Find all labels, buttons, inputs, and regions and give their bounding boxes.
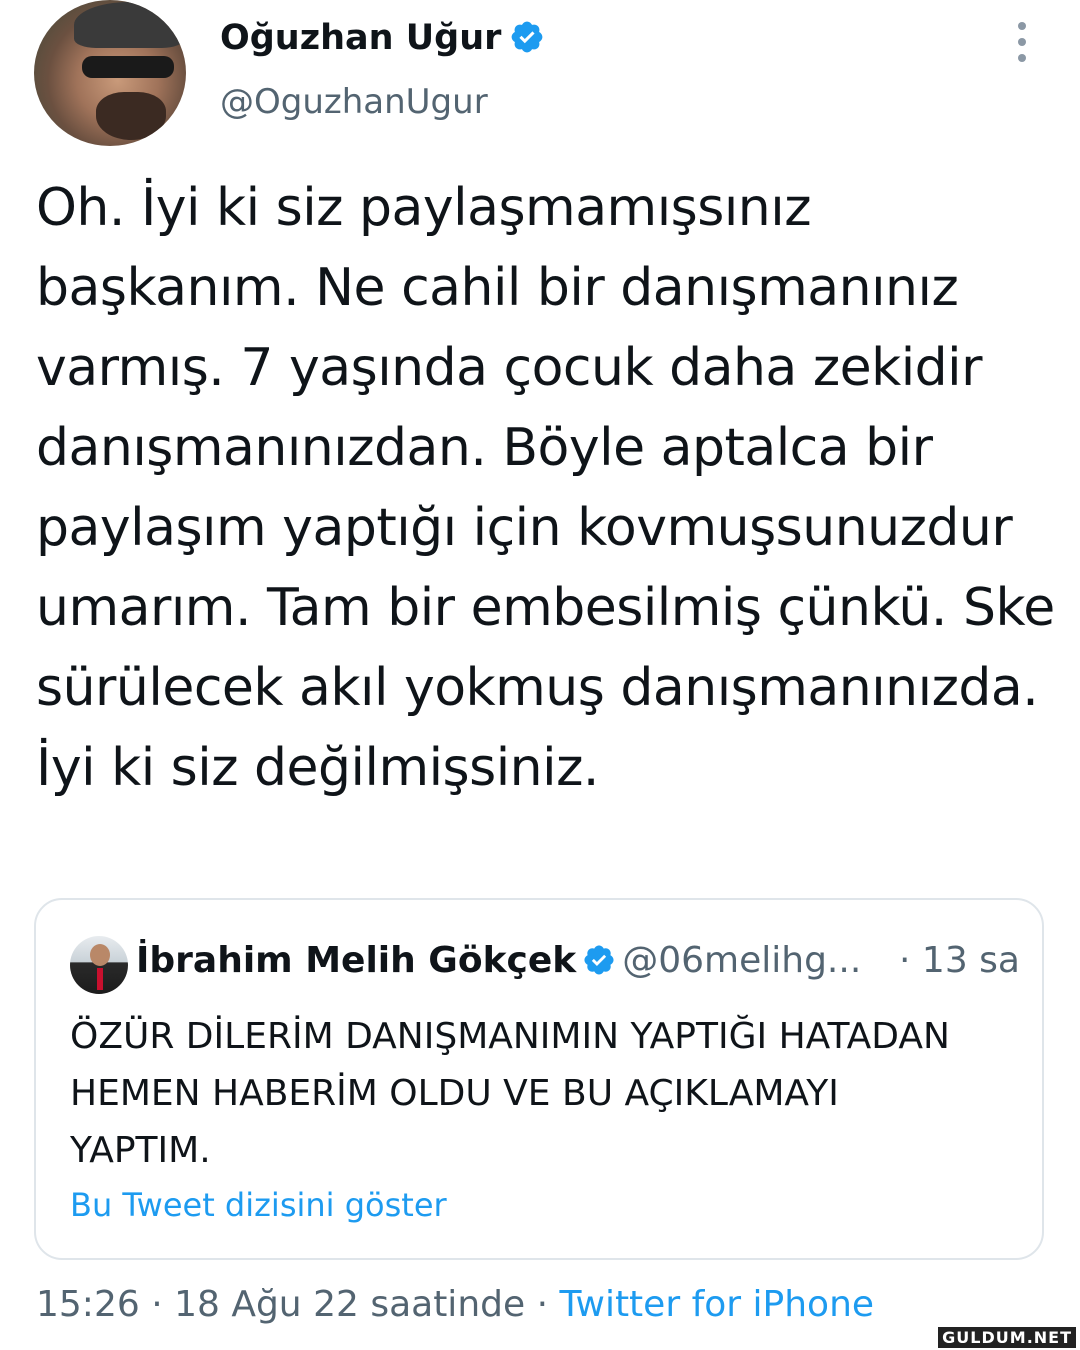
avatar-cap <box>74 2 184 48</box>
quoted-header: İbrahim Melih Gökçek @06melihg... · 13 sa <box>136 940 1022 981</box>
quoted-tweet-card[interactable]: İbrahim Melih Gökçek @06melihg... · 13 sa… <box>34 898 1044 1260</box>
author-avatar[interactable] <box>34 0 186 146</box>
verified-badge-icon <box>512 21 543 53</box>
more-dot <box>1018 22 1026 30</box>
tweet-meta: 15:26 · 18 Ağu 22 saatinde · Twitter for… <box>36 1284 874 1325</box>
quoted-tweet-text: ÖZÜR DİLERİM DANIŞMANIMIN YAPTIĞI HATADA… <box>70 1016 950 1171</box>
avatar-face <box>90 944 110 966</box>
show-thread-link[interactable]: Bu Tweet dizisini göster <box>70 1186 447 1224</box>
tweet-text: Oh. İyi ki siz paylaşmamışsınız başkanım… <box>36 178 1055 798</box>
site-watermark: GULDUM.NET <box>938 1327 1076 1348</box>
more-dot <box>1018 38 1026 46</box>
quoted-author-handle[interactable]: @06melihg... <box>622 940 861 981</box>
tweet-timestamp[interactable]: 15:26 · 18 Ağu 22 saatinde · <box>36 1284 548 1325</box>
author-handle[interactable]: @OguzhanUgur <box>220 82 488 122</box>
avatar-sunglasses <box>82 56 174 78</box>
more-dot <box>1018 54 1026 62</box>
avatar-tie <box>97 968 103 990</box>
quoted-author-name[interactable]: İbrahim Melih Gökçek <box>136 940 576 981</box>
verified-badge-icon <box>584 945 614 975</box>
more-options-icon[interactable] <box>1012 22 1032 62</box>
quoted-timestamp[interactable]: · 13 sa <box>899 940 1020 981</box>
author-name[interactable]: Oğuzhan Uğur <box>220 18 501 58</box>
avatar-beard <box>96 92 166 140</box>
author-name-row[interactable]: Oğuzhan Uğur <box>220 18 545 58</box>
tweet-source[interactable]: Twitter for iPhone <box>559 1284 874 1325</box>
quoted-author-avatar[interactable] <box>70 936 128 994</box>
